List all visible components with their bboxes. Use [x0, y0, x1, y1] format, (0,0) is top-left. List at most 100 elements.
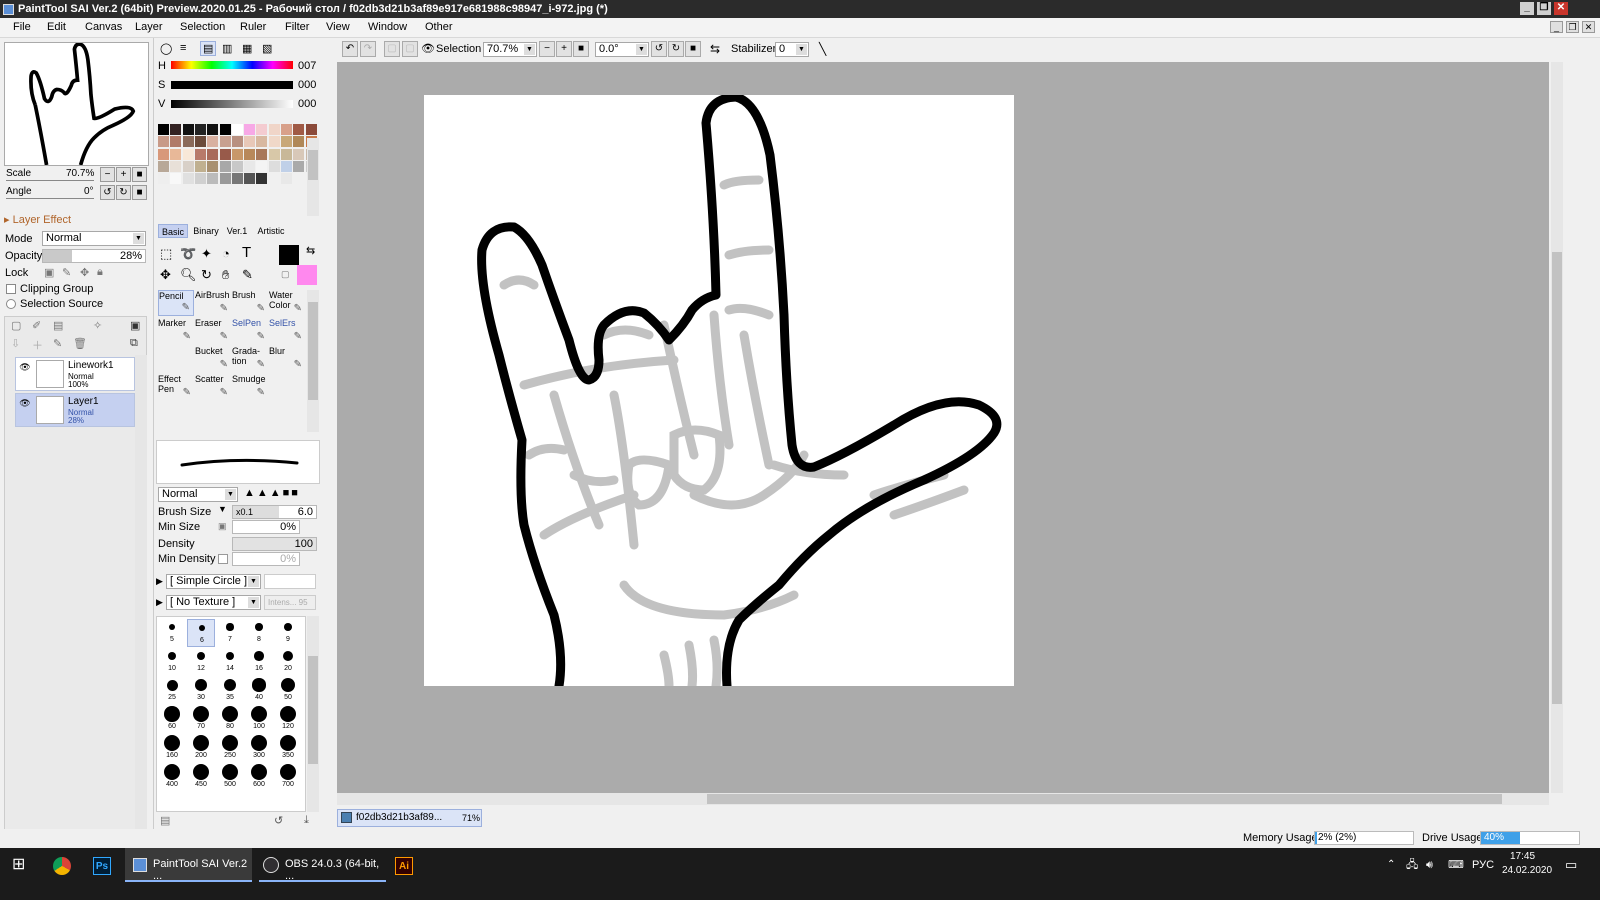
tool-blur[interactable]: Blur ✎ [269, 346, 305, 372]
magic-wand-icon[interactable]: ✦ [201, 246, 212, 262]
clock-time[interactable]: 17:45 [1510, 851, 1535, 862]
brush-size-preset[interactable]: 10 [158, 648, 186, 676]
color-swatch[interactable] [219, 160, 231, 172]
color-swatch[interactable] [244, 148, 256, 160]
color-swatch[interactable] [158, 136, 169, 148]
brush-size-preset[interactable]: 250 [216, 735, 244, 763]
color-swatch[interactable] [194, 136, 206, 148]
layer-mask-icon[interactable]: ▣ [130, 319, 140, 332]
clipping-group-checkbox[interactable] [6, 284, 16, 294]
stabilizer-select[interactable]: 0 ▼ [775, 42, 809, 57]
color-swatch[interactable] [244, 160, 256, 172]
lock-all-icon[interactable]: 🔒︎ [97, 266, 103, 279]
color-swatch[interactable] [207, 160, 219, 172]
notifications-icon[interactable]: ▭ [1565, 848, 1577, 882]
primary-color-swatch[interactable] [279, 245, 299, 265]
color-swatch[interactable] [182, 124, 194, 135]
menu-ruler[interactable]: Ruler [240, 21, 266, 33]
illustrator-icon[interactable]: Ai [395, 857, 413, 875]
canvas-rotate-reset-button[interactable]: ■ [685, 41, 701, 57]
brush-size-slider[interactable]: x0.1 6.0 [232, 505, 317, 519]
layer-item-linework1[interactable]: 👁︎ Linework1 Normal 100% [15, 357, 135, 391]
color-swatch[interactable] [256, 124, 268, 135]
color-swatch[interactable] [256, 160, 268, 172]
shape-icon[interactable]: ◔ [222, 246, 230, 261]
color-swatch[interactable] [293, 136, 305, 148]
color-swatch[interactable] [293, 148, 305, 160]
brush-size-preset[interactable]: 120 [274, 706, 302, 734]
eye-icon[interactable]: 👁︎ [18, 397, 32, 409]
preset-reset-icon[interactable]: ↺ [274, 814, 283, 827]
color-swatch[interactable] [219, 148, 231, 160]
eyedropper-icon[interactable]: ✎ [242, 267, 253, 283]
lock-move-icon[interactable]: ✥ [80, 266, 89, 279]
zoom-reset-button[interactable]: ■ [132, 167, 147, 182]
pressure-density-checkbox[interactable] [218, 554, 228, 564]
brush-size-preset[interactable]: 80 [216, 706, 244, 734]
brush-size-preset[interactable]: 60 [158, 706, 186, 734]
brush-size-preset[interactable]: 50 [274, 677, 302, 705]
brush-size-preset[interactable]: 600 [245, 764, 273, 792]
color-swatch[interactable] [268, 173, 280, 185]
tool-grada-tion[interactable]: Grada-tion ✎ [232, 346, 268, 372]
selection-source-checkbox[interactable] [6, 299, 16, 309]
density-slider[interactable]: 100 [232, 537, 317, 551]
brush-size-preset[interactable]: 300 [245, 735, 273, 763]
menu-edit[interactable]: Edit [47, 21, 66, 33]
layer-copy-icon[interactable]: ⧉ [130, 337, 138, 350]
brush-blend-select[interactable]: Normal ▼ [158, 487, 238, 502]
clear-layer-icon[interactable]: ✎ [53, 337, 62, 350]
brush-shape-expand-icon[interactable]: ▶ [156, 576, 163, 587]
color-swatch[interactable] [194, 124, 206, 135]
menu-window[interactable]: Window [368, 21, 407, 33]
lock-paint-icon[interactable]: ✎ [62, 266, 71, 279]
brush-size-dropdown-icon[interactable]: ▼ [218, 504, 227, 514]
brush-size-preset[interactable]: 25 [158, 677, 186, 705]
brush-shape-strength[interactable] [264, 574, 316, 589]
color-swatch[interactable] [170, 148, 182, 160]
new-folder-icon[interactable]: ▤ [53, 319, 63, 332]
color-swatch[interactable] [207, 173, 219, 185]
tool-bucket[interactable]: Bucket ✎ [195, 346, 231, 372]
menu-other[interactable]: Other [425, 21, 453, 33]
preset-save-icon[interactable]: ⤓ [304, 814, 309, 827]
color-swatch[interactable] [268, 124, 280, 135]
tool-marker[interactable]: Marker ✎ [158, 318, 194, 344]
brush-size-preset[interactable]: 9 [274, 619, 302, 647]
brush-shape-icons[interactable]: ▲▲▲■■ [244, 487, 300, 499]
brush-size-preset[interactable]: 30 [187, 677, 215, 705]
scratchpad-icon[interactable]: ▧ [262, 42, 272, 55]
color-swatch[interactable] [182, 136, 194, 148]
zoom-out-button[interactable]: − [100, 167, 115, 182]
color-swatch[interactable] [194, 148, 206, 160]
hand-icon[interactable]: ✋︎ [222, 267, 229, 283]
brush-size-preset[interactable]: 16 [245, 648, 273, 676]
color-swatches-icon[interactable]: ▦ [242, 42, 252, 55]
brush-size-preset[interactable]: 40 [245, 677, 273, 705]
color-swatch[interactable] [256, 173, 268, 185]
chrome-icon[interactable] [53, 857, 71, 875]
color-mixer-icon[interactable]: ▥ [222, 42, 232, 55]
color-swatch[interactable] [268, 136, 280, 148]
color-hsv-icon[interactable]: ▤ [200, 41, 217, 56]
hue-slider[interactable] [171, 61, 293, 69]
color-swatch[interactable] [305, 124, 317, 135]
color-wheel-icon[interactable]: ◯ [160, 42, 172, 55]
tab-binary[interactable]: Binary [191, 224, 221, 238]
color-swatch[interactable] [170, 136, 182, 148]
transfer-down-icon[interactable]: ⇩ [11, 337, 20, 350]
color-swatch[interactable] [231, 148, 243, 160]
color-swatch[interactable] [207, 136, 219, 148]
brush-size-preset[interactable]: 14 [216, 648, 244, 676]
brush-size-preset[interactable]: 20 [274, 648, 302, 676]
tool-airbrush[interactable]: AirBrush ✎ [195, 290, 231, 316]
deselect-button[interactable]: ▢ [384, 41, 400, 57]
navigator-preview[interactable] [4, 42, 149, 166]
network-icon[interactable]: 🖧︎ [1406, 848, 1418, 882]
color-swatch[interactable] [293, 124, 305, 135]
mdi-minimize-button[interactable]: _ [1550, 21, 1563, 33]
layer-mode-select[interactable]: Normal ▼ [42, 231, 146, 246]
rotate-left-button[interactable]: ↺ [100, 185, 115, 200]
tool-eraser[interactable]: Eraser ✎ [195, 318, 231, 344]
zoom-icon[interactable]: 🔍︎ [180, 267, 197, 283]
